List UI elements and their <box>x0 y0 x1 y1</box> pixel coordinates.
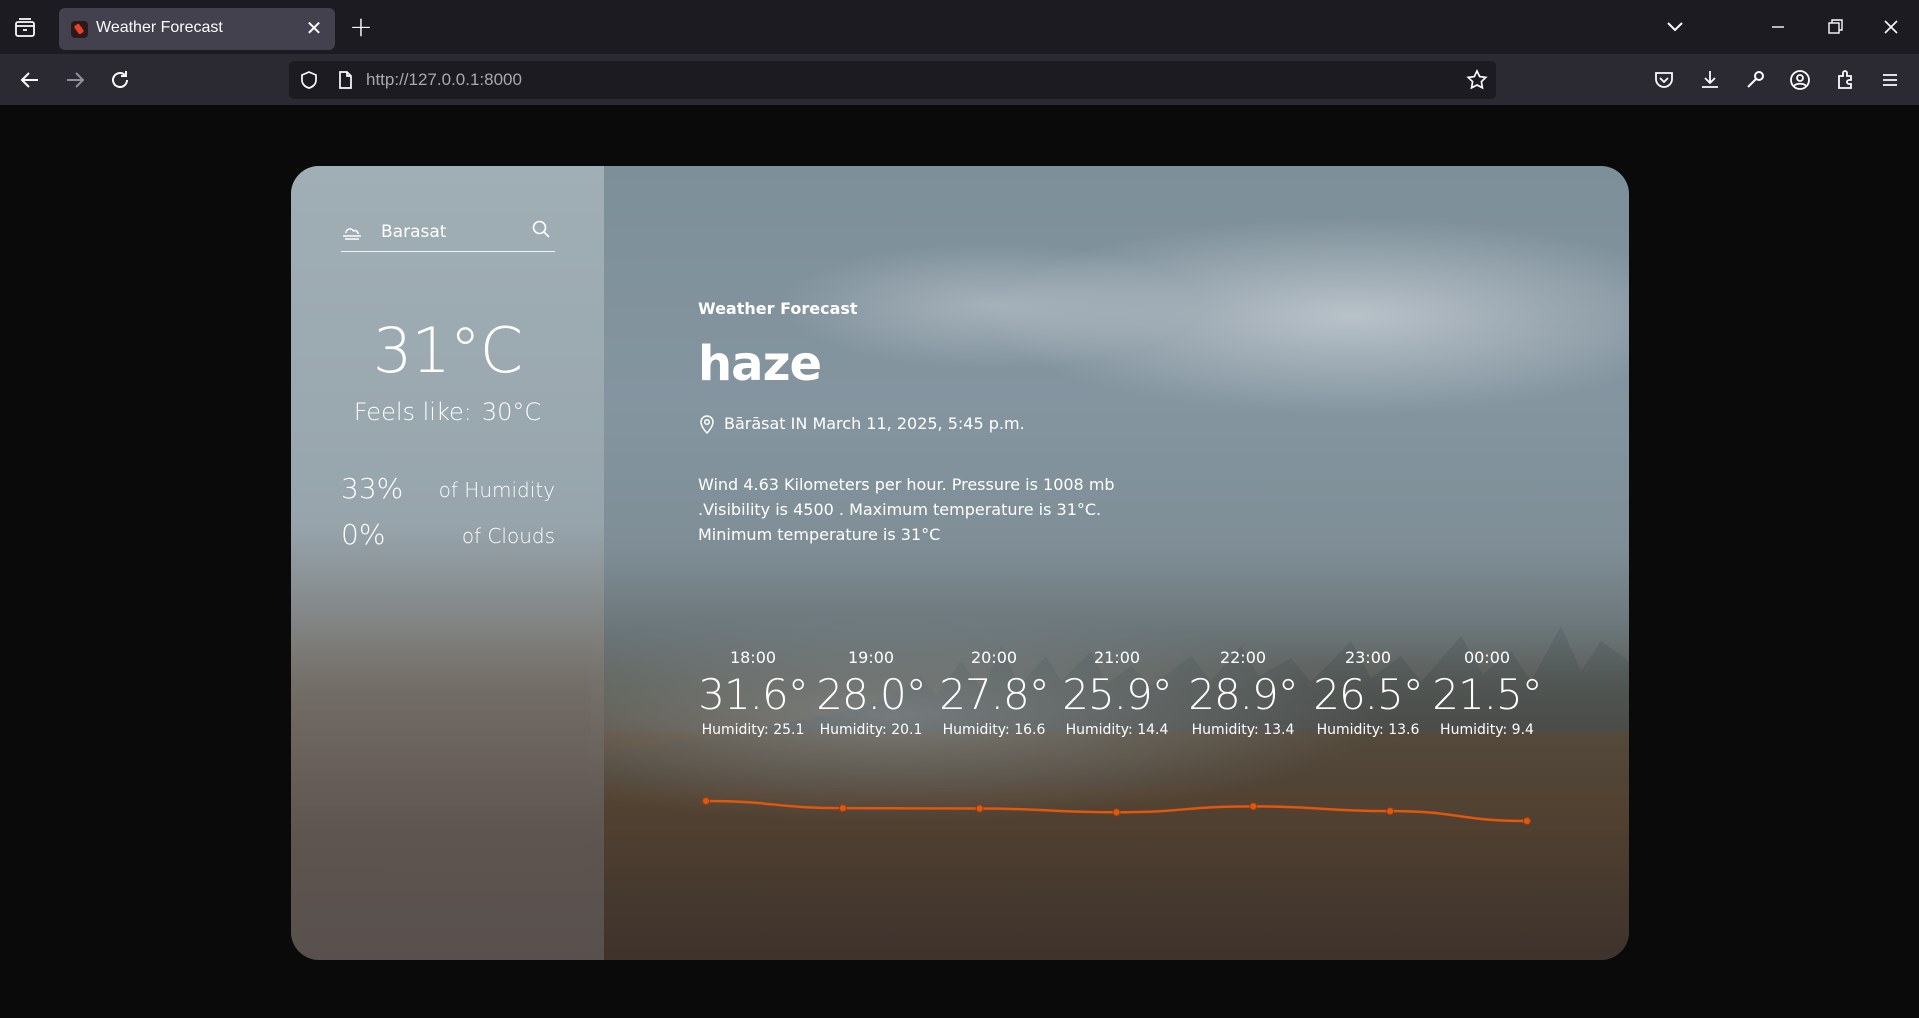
hourly-item: 22:00 28.9° Humidity: 13.4 <box>1188 648 1299 738</box>
url-bar[interactable]: http://127.0.0.1:8000 <box>289 61 1496 99</box>
hourly-item: 23:00 26.5° Humidity: 13.6 <box>1313 648 1424 738</box>
back-arrow-icon[interactable] <box>16 66 44 94</box>
restore-icon[interactable] <box>1819 14 1849 40</box>
location-line: Bārāsat IN March 11, 2025, 5:45 p.m. <box>698 414 1025 435</box>
browser-tabbar: Weather Forecast ✕ + <box>0 0 1919 54</box>
close-window-icon[interactable] <box>1876 14 1906 40</box>
trend-point <box>838 804 847 813</box>
weather-card: 31°C Feels like: 30°C 33% of Humidity 0% … <box>291 166 1629 960</box>
feels-like-label: Feels like: <box>353 398 472 426</box>
hour-temperature: 28.9° <box>1188 670 1299 719</box>
hour-humidity: Humidity: 9.4 <box>1440 722 1534 738</box>
menu-icon[interactable] <box>1877 67 1903 93</box>
close-tab-icon[interactable]: ✕ <box>303 17 325 39</box>
list-all-tabs-icon[interactable] <box>1660 14 1690 40</box>
site-favicon-icon <box>71 21 88 38</box>
weather-condition: haze <box>698 336 822 392</box>
downloads-icon[interactable] <box>1697 67 1723 93</box>
trend-point <box>702 797 710 805</box>
clouds-value: 0% <box>341 518 386 551</box>
hour-time: 18:00 <box>729 648 777 667</box>
city-input[interactable] <box>381 220 521 244</box>
hour-humidity: Humidity: 13.4 <box>1191 722 1295 738</box>
trend-point <box>1112 808 1121 817</box>
hour-temperature: 26.5° <box>1313 670 1424 719</box>
browser-navbar: http://127.0.0.1:8000 <box>0 54 1919 106</box>
hour-temperature: 28.0° <box>816 670 927 719</box>
wrench-icon[interactable] <box>1742 67 1768 93</box>
hour-humidity: Humidity: 16.6 <box>942 722 1046 738</box>
url-text[interactable]: http://127.0.0.1:8000 <box>366 70 522 90</box>
hour-humidity: Humidity: 25.1 <box>701 722 805 738</box>
hour-time: 23:00 <box>1344 648 1392 667</box>
hour-humidity: Humidity: 20.1 <box>819 722 923 738</box>
hourly-item: 21:00 25.9° Humidity: 14.4 <box>1062 648 1173 738</box>
current-temperature: 31°C <box>372 314 523 387</box>
haze-cloud-icon <box>341 224 363 242</box>
reload-icon[interactable] <box>106 66 134 94</box>
app-heading: Weather Forecast <box>698 299 858 318</box>
tab-title: Weather Forecast <box>96 19 223 36</box>
hourly-item: 00:00 21.5° Humidity: 9.4 <box>1432 648 1543 738</box>
tab-list-icon[interactable] <box>12 16 38 40</box>
hourly-item: 19:00 28.0° Humidity: 20.1 <box>816 648 927 738</box>
extensions-icon[interactable] <box>1833 67 1859 93</box>
hour-temperature: 31.6° <box>698 670 809 719</box>
trend-point <box>1386 807 1395 816</box>
hourly-item: 18:00 31.6° Humidity: 25.1 <box>698 648 809 738</box>
shield-icon[interactable] <box>299 70 319 90</box>
hour-time: 20:00 <box>970 648 1018 667</box>
hour-time: 00:00 <box>1463 648 1511 667</box>
clouds-row: 0% of Clouds <box>341 518 555 552</box>
hourly-item: 20:00 27.8° Humidity: 16.6 <box>939 648 1050 738</box>
forward-arrow-icon[interactable] <box>61 66 89 94</box>
clouds-label: of Clouds <box>461 524 555 548</box>
hour-time: 21:00 <box>1093 648 1141 667</box>
hour-humidity: Humidity: 13.6 <box>1316 722 1420 738</box>
location-text: Bārāsat IN March 11, 2025, 5:45 p.m. <box>724 414 1025 433</box>
temperature-trend-chart <box>702 797 1531 825</box>
feels-like-value: 30°C <box>481 398 542 426</box>
hour-temperature: 27.8° <box>939 670 1050 719</box>
hourly-forecast: 18:00 31.6° Humidity: 25.1 19:00 28.0° H… <box>698 648 1543 758</box>
humidity-row: 33% of Humidity <box>341 472 555 506</box>
trend-point <box>975 804 984 813</box>
description-line: .Visibility is 4500 . Maximum temperatur… <box>698 500 1102 519</box>
tab-weather-forecast[interactable]: Weather Forecast ✕ <box>59 8 335 50</box>
trend-point <box>1249 802 1258 811</box>
city-search <box>341 214 555 252</box>
humidity-value: 33% <box>341 472 404 505</box>
feels-like: Feels like: 30°C <box>291 398 604 426</box>
hour-humidity: Humidity: 14.4 <box>1065 722 1169 738</box>
minimize-icon[interactable] <box>1763 14 1793 40</box>
sidebar-panel: 31°C Feels like: 30°C 33% of Humidity 0% … <box>291 166 604 960</box>
trend-point <box>1523 817 1531 825</box>
page-viewport: 31°C Feels like: 30°C 33% of Humidity 0% … <box>0 106 1919 1018</box>
humidity-label: of Humidity <box>438 478 555 502</box>
hour-time: 22:00 <box>1219 648 1267 667</box>
search-icon[interactable] <box>531 219 551 239</box>
main-panel: Weather Forecast haze Bārāsat IN March 1… <box>698 166 1598 960</box>
weather-description: Wind 4.63 Kilometers per hour. Pressure … <box>698 472 1138 547</box>
location-pin-icon <box>698 414 716 435</box>
pocket-icon[interactable] <box>1651 67 1677 93</box>
description-line: Minimum temperature is 31°C <box>698 525 941 544</box>
hour-time: 19:00 <box>847 648 895 667</box>
hour-temperature: 21.5° <box>1432 670 1543 719</box>
new-tab-button[interactable]: + <box>348 13 374 41</box>
hour-temperature: 25.9° <box>1062 670 1173 719</box>
page-icon[interactable] <box>335 70 355 90</box>
account-icon[interactable] <box>1787 67 1813 93</box>
description-line: Wind 4.63 Kilometers per hour. Pressure … <box>698 475 1115 494</box>
bookmark-star-icon[interactable] <box>1466 69 1488 91</box>
